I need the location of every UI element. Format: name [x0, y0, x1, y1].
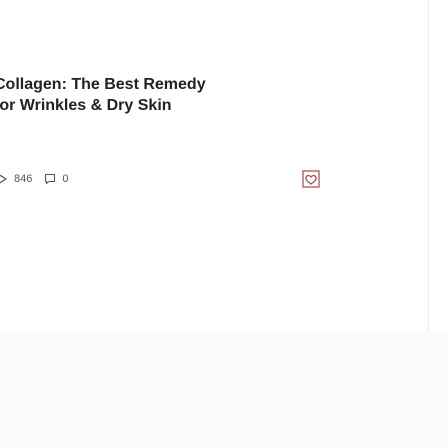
article-title-line-1: Collagen: The Best Remedy [0, 76, 206, 93]
article-title[interactable]: Collagen: The Best Remedy for Wrinkles &… [0, 74, 414, 116]
comments-count: 0 [62, 173, 69, 185]
bottom-band [0, 330, 448, 448]
page: Collagen: The Best Remedy for Wrinkles &… [0, 0, 448, 448]
play-icon [0, 173, 8, 185]
comment-icon [44, 173, 56, 185]
views-stat: 846 [0, 173, 32, 185]
article-stats: 846 0 [0, 170, 68, 188]
comments-stat: 0 [32, 173, 68, 185]
heart-bookmark-icon [302, 170, 320, 188]
save-button[interactable] [302, 170, 320, 188]
article-card[interactable]: Collagen: The Best Remedy for Wrinkles &… [0, 0, 429, 330]
article-title-line-2: for Wrinkles & Dry Skin [0, 97, 172, 114]
views-count: 846 [14, 173, 33, 185]
